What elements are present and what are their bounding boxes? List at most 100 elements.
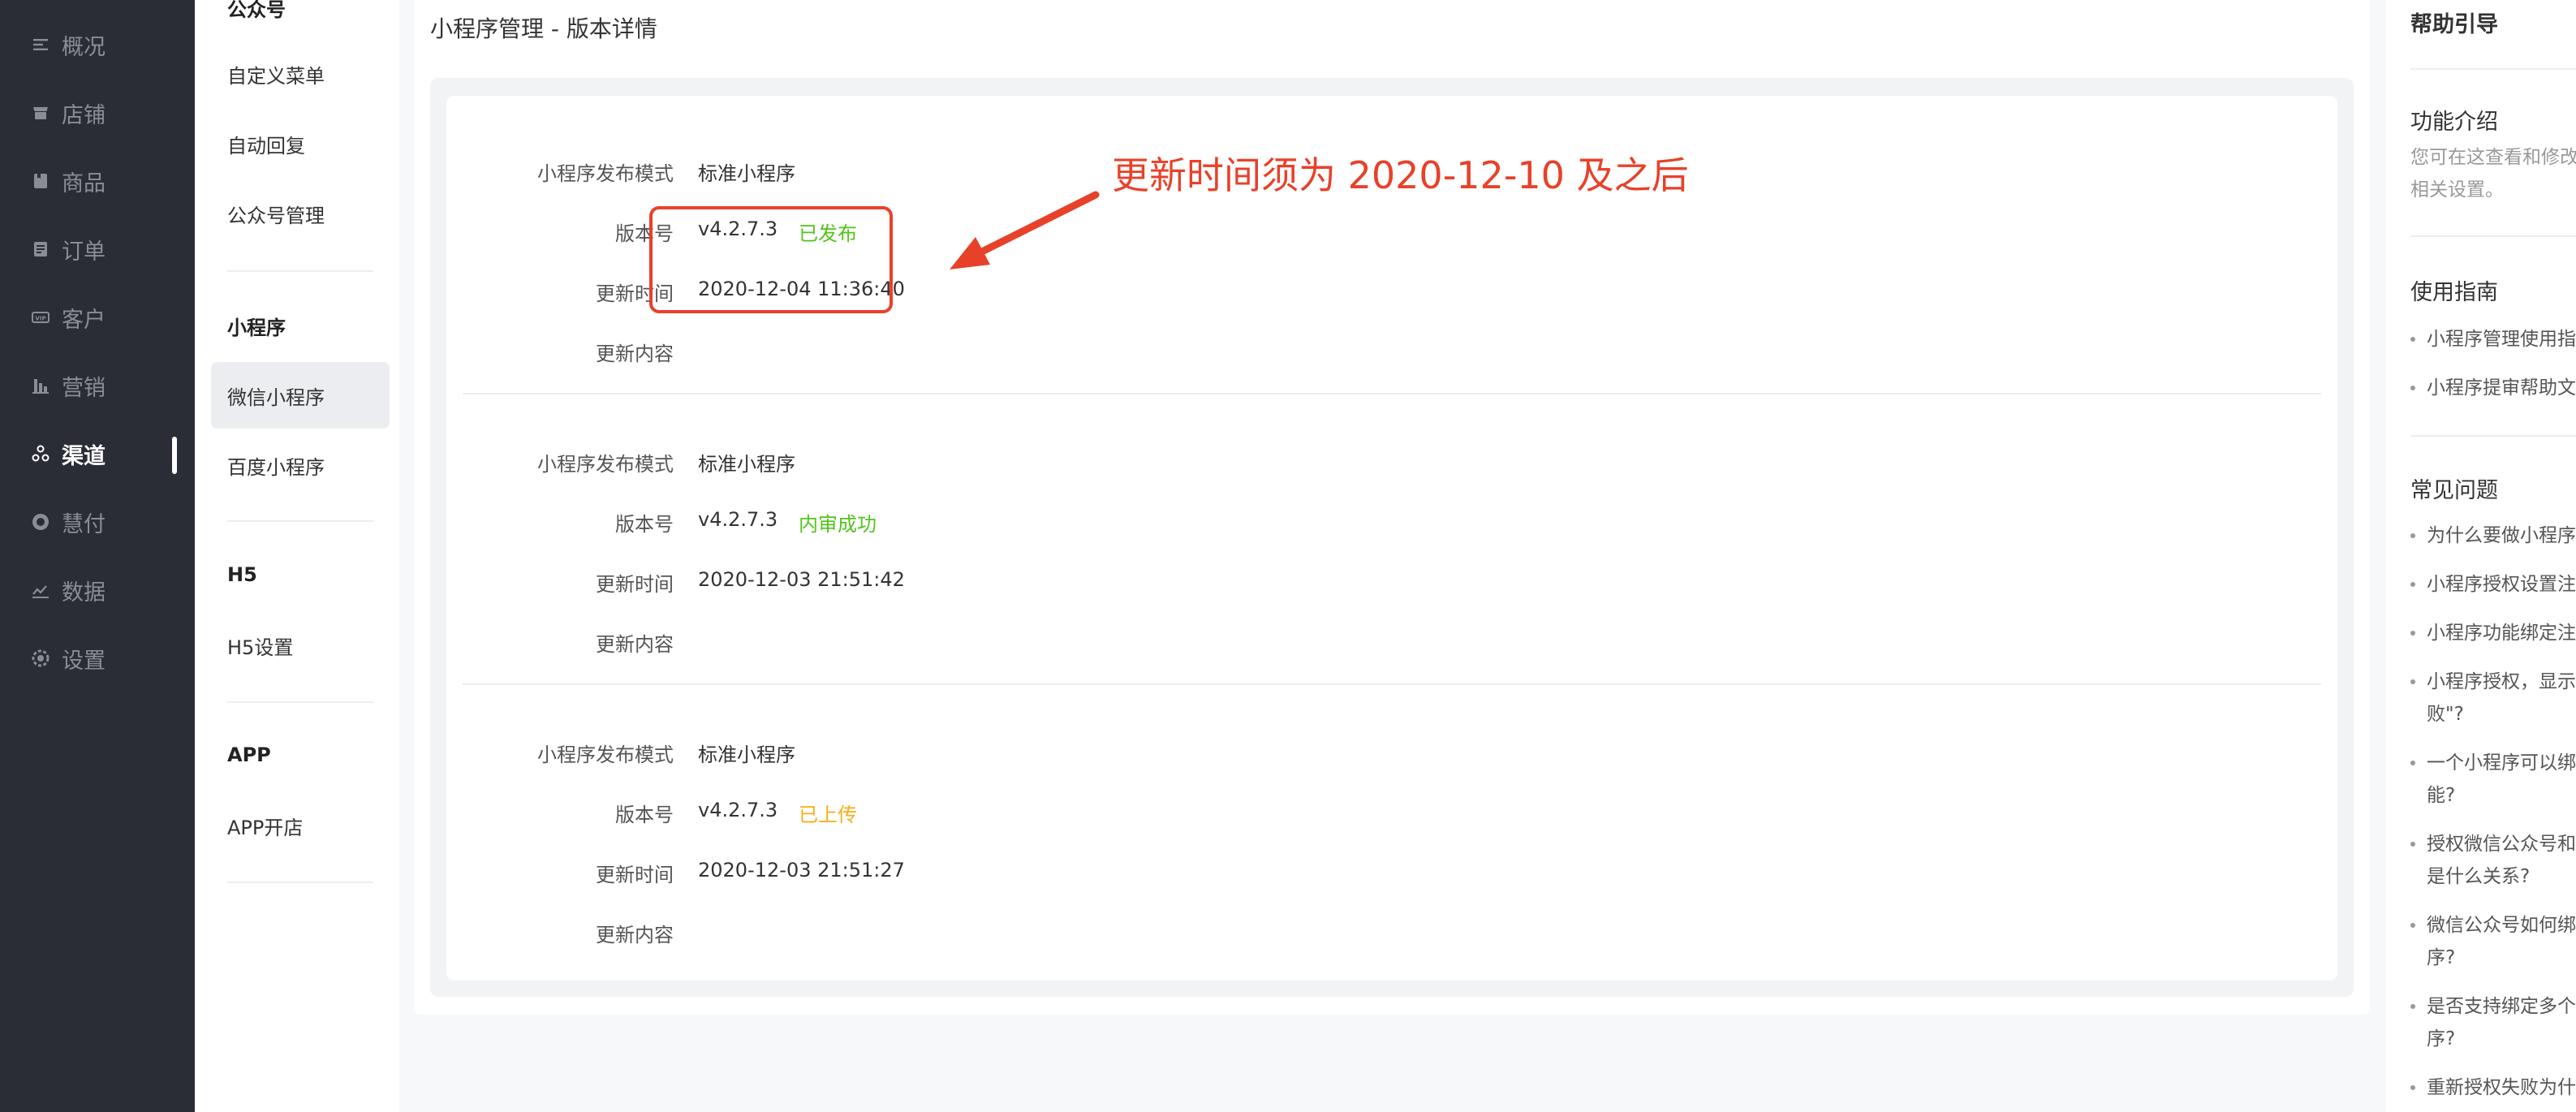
main-nav: 概况 店铺 商品 订单 VIP 客户 营销 渠道 慧付 数据 设置 — [0, 0, 195, 1112]
nav-item-store[interactable]: 店铺 — [31, 88, 106, 137]
nav-item-order[interactable]: 订单 — [31, 225, 106, 274]
settings-icon — [31, 649, 50, 668]
version-value: v4.2.7.3 — [698, 799, 778, 821]
page-title: 小程序管理 - 版本详情 — [430, 15, 657, 42]
intro-line: 您可在这查看和修改 — [2410, 147, 2576, 168]
faq-link-line: 序? — [2427, 947, 2456, 968]
customer-icon: VIP — [31, 308, 50, 327]
version-label: 版本号 — [615, 804, 674, 826]
order-icon — [31, 239, 50, 259]
nav-item-pay[interactable]: 慧付 — [31, 498, 106, 546]
subnav-divider — [227, 701, 373, 703]
mode-value: 标准小程序 — [698, 743, 795, 766]
help-panel: 帮助引导 功能介绍 您可在这查看和修改 相关设置。 使用指南 小程序管理使用指南… — [2386, 0, 2576, 1112]
version-divider — [463, 683, 2321, 685]
nav-item-label: 渠道 — [62, 443, 106, 469]
nav-item-marketing[interactable]: 营销 — [31, 361, 106, 410]
nav-item-settings[interactable]: 设置 — [31, 634, 106, 683]
nav-item-label: 订单 — [62, 239, 106, 265]
faq-link-line: 是什么关系? — [2427, 866, 2531, 887]
sub-nav: 公众号 自定义菜单 自动回复 公众号管理 小程序 微信小程序 百度小程序 H5 … — [195, 0, 569, 1112]
faq-link[interactable]: 微信公众号如何绑 序? — [2410, 909, 2576, 974]
subnav-item-wechat-miniprogram[interactable]: 微信小程序 — [227, 381, 325, 410]
subnav-section-title: 小程序 — [227, 317, 286, 339]
help-divider — [2410, 435, 2576, 437]
faq-link-line: 是否支持绑定多个 — [2427, 996, 2576, 1017]
nav-item-channel[interactable]: 渠道 — [31, 429, 106, 478]
faq-link-line: 败"? — [2427, 704, 2464, 725]
nav-item-label: 数据 — [62, 580, 106, 606]
subnav-item-auto-reply[interactable]: 自动回复 — [227, 130, 305, 158]
subnav-item-official-account[interactable]: 公众号管理 — [227, 200, 325, 228]
nav-item-label: 概况 — [62, 34, 106, 60]
time-label: 更新时间 — [596, 864, 674, 886]
mode-label: 小程序发布模式 — [537, 453, 674, 476]
store-icon — [31, 103, 50, 123]
guide-title: 使用指南 — [2410, 280, 2498, 305]
nav-item-customer[interactable]: VIP 客户 — [31, 293, 106, 342]
faq-link[interactable]: 小程序授权设置注意 — [2410, 568, 2576, 601]
annotation-arrow-icon — [950, 191, 1100, 269]
pay-icon — [31, 512, 50, 532]
faq-title: 常见问题 — [2410, 478, 2498, 503]
annotation-text: 更新时间须为 2020-12-10 及之后 — [1112, 153, 1689, 197]
nav-item-data[interactable]: 数据 — [31, 566, 106, 614]
nav-item-label: 慧付 — [62, 511, 106, 537]
overview-icon — [31, 35, 50, 54]
subnav-item-app-store[interactable]: APP开店 — [227, 812, 303, 840]
nav-item-label: 客户 — [62, 307, 106, 333]
subnav-item-baidu-miniprogram[interactable]: 百度小程序 — [227, 451, 325, 480]
faq-link-line: 微信公众号如何绑 — [2427, 915, 2576, 936]
nav-item-label: 设置 — [62, 648, 106, 674]
faq-link-line: 小程序授权，显示 — [2427, 671, 2576, 692]
channel-icon — [31, 444, 50, 463]
mode-value: 标准小程序 — [698, 162, 795, 185]
faq-link-line: 能? — [2427, 785, 2456, 806]
active-nav-indicator — [172, 437, 177, 474]
version-label: 版本号 — [615, 513, 674, 536]
status-badge: 内审成功 — [799, 513, 877, 536]
subnav-section-title: 公众号 — [227, 0, 286, 21]
help-divider — [2410, 68, 2576, 70]
faq-link[interactable]: 授权微信公众号和 是什么关系? — [2410, 828, 2576, 893]
nav-item-goods[interactable]: 商品 — [31, 157, 106, 205]
version-value: v4.2.7.3 — [698, 508, 778, 531]
version-divider — [463, 393, 2321, 394]
faq-link[interactable]: 为什么要做小程序 — [2410, 519, 2576, 552]
subnav-divider — [227, 881, 373, 883]
faq-link[interactable]: 是否支持绑定多个 序? — [2410, 990, 2576, 1055]
time-label: 更新时间 — [596, 282, 674, 305]
version-label: 版本号 — [615, 222, 674, 245]
svg-text:VIP: VIP — [35, 316, 45, 322]
guide-link[interactable]: 小程序提审帮助文档 — [2410, 372, 2576, 404]
mode-label: 小程序发布模式 — [537, 743, 674, 766]
faq-link[interactable]: 重新授权失败为什 — [2410, 1071, 2576, 1104]
mode-label: 小程序发布模式 — [537, 162, 674, 185]
subnav-item-custom-menu[interactable]: 自定义菜单 — [227, 60, 325, 88]
time-value: 2020-12-03 21:51:42 — [698, 568, 905, 591]
data-icon — [31, 580, 50, 600]
nav-item-label: 营销 — [62, 375, 106, 401]
subnav-divider — [227, 270, 373, 272]
mode-value: 标准小程序 — [698, 453, 795, 476]
intro-line: 相关设置。 — [2410, 179, 2504, 200]
goods-icon — [31, 171, 50, 191]
faq-link[interactable]: 小程序功能绑定注意 — [2410, 617, 2576, 649]
help-title: 帮助引导 — [2410, 12, 2498, 37]
subnav-divider — [227, 520, 373, 522]
faq-link-line: 一个小程序可以绑 — [2427, 752, 2576, 774]
subnav-item-h5-settings[interactable]: H5设置 — [227, 631, 293, 660]
nav-item-label: 商品 — [62, 170, 106, 196]
guide-link[interactable]: 小程序管理使用指南 — [2410, 323, 2576, 356]
help-divider — [2410, 235, 2576, 237]
faq-link[interactable]: 小程序授权，显示 败"? — [2410, 666, 2576, 731]
faq-link[interactable]: 一个小程序可以绑 能? — [2410, 747, 2576, 812]
faq-link-line: 序? — [2427, 1028, 2456, 1050]
nav-item-label: 店铺 — [62, 102, 106, 128]
content-label: 更新内容 — [596, 924, 674, 946]
time-value: 2020-12-03 21:51:27 — [698, 859, 905, 881]
status-badge: 已上传 — [799, 804, 857, 826]
nav-item-overview[interactable]: 概况 — [31, 20, 106, 69]
content-label: 更新内容 — [596, 343, 674, 365]
time-label: 更新时间 — [596, 573, 674, 596]
